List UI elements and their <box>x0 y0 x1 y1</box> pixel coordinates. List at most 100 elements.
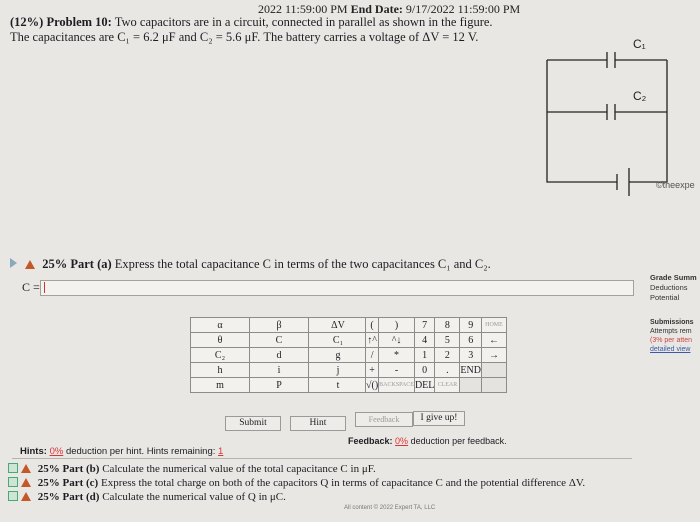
part-c-text: Express the total charge on both of the … <box>100 477 586 489</box>
symbol-key[interactable]: h <box>190 362 250 378</box>
feedback-text: deduction per feedback. <box>410 436 507 446</box>
symbol-key[interactable]: d <box>249 347 309 363</box>
c1-label: C₁ <box>633 37 646 51</box>
problem-percent: (12%) <box>10 15 44 29</box>
keypad-key[interactable]: ↑^ <box>364 332 380 348</box>
hint-button[interactable]: Hint <box>290 416 346 431</box>
c2-label: C₂ <box>633 89 647 103</box>
keypad-blank <box>459 377 482 393</box>
keypad-key[interactable]: . <box>434 362 461 378</box>
numeric-keypad: () 7 8 9 HOME ↑^ ^↓ 4 5 6 ← / * 1 2 3 → + -0. END √() BACKSPA… <box>364 317 507 393</box>
hints-pct: 0% <box>49 446 64 457</box>
keypad-key[interactable]: 1 <box>413 347 436 363</box>
symbol-key[interactable]: g <box>308 347 368 363</box>
symbol-key[interactable]: m <box>190 377 250 393</box>
potential-label: Potential <box>650 293 680 302</box>
keypad-key[interactable]: 9 <box>459 317 482 333</box>
feedback-info: Feedback: 0% deduction per feedback. <box>348 436 507 446</box>
submissions-panel: Submissions Attempts rem (3% per atten d… <box>650 318 694 354</box>
keypad-key[interactable]: 4 <box>413 332 436 348</box>
part-a-percent: 25% Part (a) <box>42 257 112 271</box>
symbol-key[interactable]: j <box>308 362 368 378</box>
keypad-key[interactable]: 8 <box>434 317 461 333</box>
keypad-key[interactable]: - <box>378 362 415 378</box>
symbol-key[interactable]: i <box>249 362 309 378</box>
feedback-button[interactable]: Feedback <box>355 412 413 427</box>
warning-icon <box>21 492 31 501</box>
keypad-key[interactable]: √() <box>364 377 380 393</box>
keypad-key[interactable]: 5 <box>434 332 461 348</box>
part-c-percent: 25% Part (c) <box>37 477 99 489</box>
hints-remaining: 1 <box>218 446 224 457</box>
keypad-key[interactable]: → <box>480 347 507 363</box>
keypad-key[interactable]: * <box>378 347 415 363</box>
keypad-key[interactable]: / <box>364 347 380 363</box>
circuit-diagram: C₁ C₂ <box>546 37 668 196</box>
keypad-key[interactable]: HOME <box>480 317 507 333</box>
end-date-value: 9/17/2022 11:59:00 PM <box>405 2 521 16</box>
feedback-pct: 0% <box>395 436 409 446</box>
keypad-key[interactable]: 2 <box>434 347 461 363</box>
keypad-key[interactable]: ( <box>364 317 380 333</box>
part-b-percent: 25% Part (b) <box>37 463 100 475</box>
submit-button[interactable]: Submit <box>225 416 281 431</box>
keypad-key[interactable]: ) <box>378 317 415 333</box>
answer-input[interactable] <box>40 280 634 296</box>
hints-info: Hints: 0% deduction per hint. Hints rema… <box>20 446 223 457</box>
symbol-key[interactable]: C₂ <box>190 347 250 363</box>
symbol-key[interactable]: β <box>249 317 309 333</box>
keypad-key[interactable]: ^↓ <box>378 332 415 348</box>
keypad-key[interactable]: 3 <box>459 347 482 363</box>
figure-caption: ©theexpe <box>656 180 695 190</box>
warning-icon <box>25 260 36 269</box>
problem-statement: (12%) Problem 10: Two capacitors are in … <box>10 15 550 45</box>
keypad-blank <box>480 377 507 393</box>
keypad-key[interactable]: END <box>459 362 482 378</box>
collapsed-part-icon <box>8 491 18 501</box>
problem-title: Problem 10: <box>46 15 112 29</box>
symbol-keypad: α β ΔV θ C C₁ C₂ d g h i j m Pt <box>190 317 368 393</box>
part-c-heading[interactable]: 25% Part (c) Express the total charge on… <box>8 477 585 489</box>
problem-text-2: The capacitances are C₁ = 6.2 μF and C₂ … <box>10 30 479 44</box>
part-d-text: Calculate the numerical value of Q in μC… <box>102 491 286 503</box>
text-caret <box>44 282 45 293</box>
hints-text: deduction per hint. Hints remaining: <box>65 446 216 457</box>
symbol-key[interactable]: ΔV <box>308 317 368 333</box>
per-attempt-deduction: (3% per atten <box>650 337 693 344</box>
part-b-heading[interactable]: 25% Part (b) Calculate the numerical val… <box>8 463 376 475</box>
submissions-title: Submissions <box>650 319 694 326</box>
date-fragment: 2022 11:59:00 PM <box>258 2 348 16</box>
warning-icon <box>21 478 31 487</box>
collapsed-part-icon <box>8 463 18 473</box>
part-b-text: Calculate the numerical value of the tot… <box>102 463 376 475</box>
symbol-key[interactable]: P <box>249 377 309 393</box>
problem-text-1: Two capacitors are in a circuit, connect… <box>114 15 493 29</box>
symbol-key[interactable]: t <box>308 377 368 393</box>
copyright: All content © 2022 Expert TA, LLC <box>344 505 436 511</box>
feedback-label: Feedback: <box>348 436 393 446</box>
symbol-key[interactable]: θ <box>190 332 250 348</box>
keypad-key[interactable]: CLEAR <box>434 377 461 393</box>
part-a-heading: 25% Part (a) Express the total capacitan… <box>10 257 491 272</box>
grade-summary: Grade Summ Deductions Potential <box>650 273 697 303</box>
part-d-percent: 25% Part (d) <box>37 491 100 503</box>
keypad-key[interactable]: DEL <box>413 377 436 393</box>
grade-summary-title: Grade Summ <box>650 273 697 282</box>
keypad-key[interactable]: BACKSPACE <box>378 377 415 393</box>
expand-arrow-icon[interactable] <box>10 258 17 268</box>
give-up-button[interactable]: I give up! <box>413 411 465 426</box>
part-d-heading[interactable]: 25% Part (d) Calculate the numerical val… <box>8 491 286 503</box>
symbol-key[interactable]: C <box>249 332 309 348</box>
part-a-text: Express the total capacitance C in terms… <box>114 257 491 271</box>
divider <box>12 458 632 459</box>
symbol-key[interactable]: C₁ <box>308 332 368 348</box>
keypad-key[interactable]: + <box>364 362 380 378</box>
keypad-key[interactable]: 0 <box>413 362 436 378</box>
end-date-label: End Date: <box>350 2 403 16</box>
keypad-key[interactable]: 6 <box>459 332 482 348</box>
deductions-label: Deductions <box>650 283 688 292</box>
detailed-view-link[interactable]: detailed view <box>650 345 694 354</box>
keypad-key[interactable]: 7 <box>413 317 436 333</box>
symbol-key[interactable]: α <box>190 317 250 333</box>
keypad-key[interactable]: ← <box>480 332 507 348</box>
